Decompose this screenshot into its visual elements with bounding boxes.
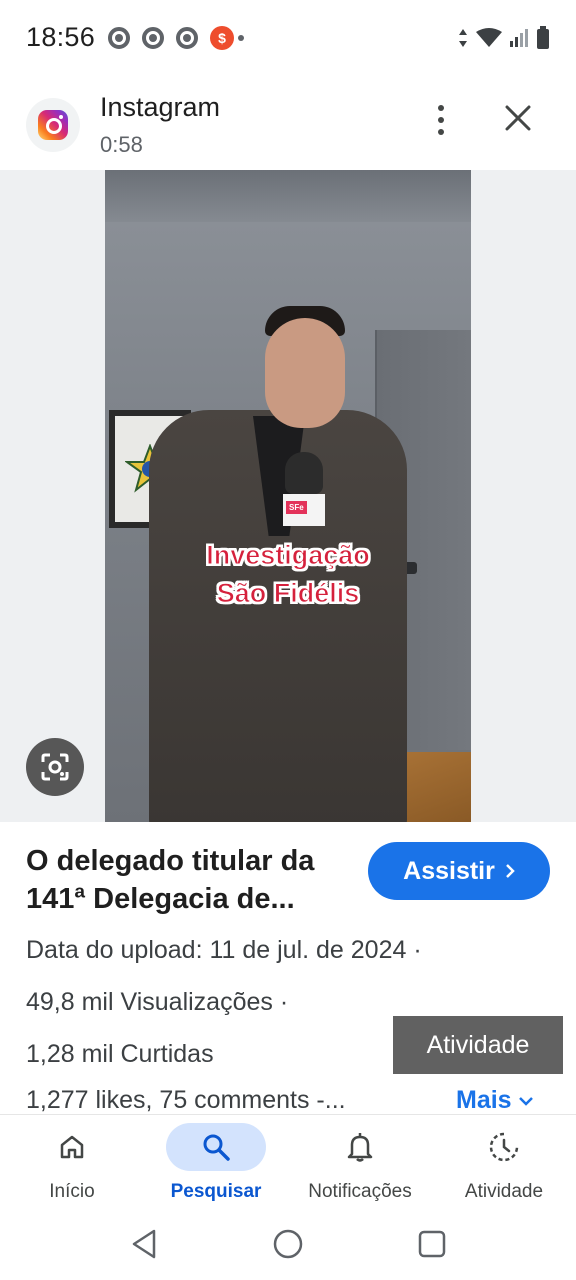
chrome-icon — [176, 27, 198, 49]
nav-item-search[interactable]: Pesquisar — [144, 1115, 288, 1211]
data-arrows-icon — [459, 29, 467, 47]
reporter-figure — [149, 410, 407, 822]
nav-item-notifications[interactable]: Notificações — [288, 1115, 432, 1211]
recents-button[interactable] — [412, 1224, 452, 1264]
nav-item-home[interactable]: Início — [0, 1115, 144, 1211]
activity-icon — [489, 1132, 519, 1162]
more-notifications-dot — [238, 35, 244, 41]
reporter-head — [265, 318, 345, 428]
chrome-icon — [142, 27, 164, 49]
bell-icon — [347, 1133, 373, 1162]
video-thumbnail[interactable]: Investigação São Fidélis — [105, 170, 471, 822]
chrome-icon — [108, 27, 130, 49]
nav-label-search: Pesquisar — [170, 1181, 262, 1202]
home-circle-icon — [273, 1229, 303, 1259]
watch-button-label: Assistir — [403, 856, 495, 885]
more-button[interactable]: Mais — [456, 1086, 534, 1114]
video-duration: 0:58 — [100, 132, 143, 157]
like-count: 1,28 mil Curtidas — [26, 1040, 214, 1068]
signal-icon — [510, 29, 528, 47]
video-title-line2: 141ª Delegacia de... — [26, 883, 295, 915]
video-title-line1: O delegado titular da — [26, 845, 315, 877]
activity-tooltip: Atividade — [393, 1016, 563, 1074]
wifi-icon — [476, 28, 502, 47]
more-button-label: Mais — [456, 1086, 512, 1114]
recents-square-icon — [418, 1230, 446, 1258]
video-caption-line1: Investigação — [206, 540, 371, 571]
home-icon — [60, 1135, 84, 1159]
nav-label-notifications: Notificações — [308, 1181, 412, 1202]
bottom-navigation: Início Pesquisar Notificações Atividade — [0, 1114, 576, 1210]
more-vert-icon — [438, 105, 444, 111]
media-preview: Investigação São Fidélis — [0, 170, 576, 822]
upload-date: Data do upload: 11 de jul. de 2024 · — [26, 936, 422, 964]
battery-icon — [537, 26, 549, 49]
video-caption-line2: São Fidélis — [216, 578, 360, 609]
back-triangle-icon — [132, 1229, 156, 1259]
close-button[interactable] — [498, 98, 538, 138]
status-bar: 18:56 $ — [0, 0, 576, 76]
lens-search-icon — [41, 753, 69, 781]
system-navigation-bar — [0, 1210, 576, 1280]
chevron-down-icon — [518, 1096, 533, 1106]
nav-item-activity[interactable]: Atividade — [432, 1115, 576, 1211]
instagram-logo-icon — [26, 98, 80, 152]
view-count: 49,8 mil Visualizações · — [26, 988, 289, 1016]
status-time: 18:56 — [26, 22, 96, 52]
microphone-graphic — [283, 452, 325, 544]
app-title: Instagram — [100, 92, 221, 122]
video-title[interactable]: O delegado titular da 141ª Delegacia de.… — [26, 842, 356, 918]
close-icon — [505, 105, 531, 131]
chevron-right-icon — [505, 864, 515, 878]
search-icon — [203, 1134, 230, 1161]
shopee-icon: $ — [210, 26, 234, 50]
description-snippet: 1,277 likes, 75 comments -... — [26, 1086, 346, 1114]
nav-label-activity: Atividade — [464, 1181, 544, 1202]
system-icons — [458, 26, 550, 50]
video-details: O delegado titular da 141ª Delegacia de.… — [0, 822, 576, 1114]
nav-label-home: Início — [49, 1181, 95, 1202]
home-system-button[interactable] — [268, 1224, 308, 1264]
app-header: Instagram 0:58 — [0, 76, 576, 170]
more-options-button[interactable] — [424, 100, 458, 140]
google-lens-button[interactable] — [26, 738, 84, 796]
notification-icons: $ — [108, 26, 244, 50]
watch-button[interactable]: Assistir — [368, 842, 550, 900]
back-button[interactable] — [124, 1224, 164, 1264]
